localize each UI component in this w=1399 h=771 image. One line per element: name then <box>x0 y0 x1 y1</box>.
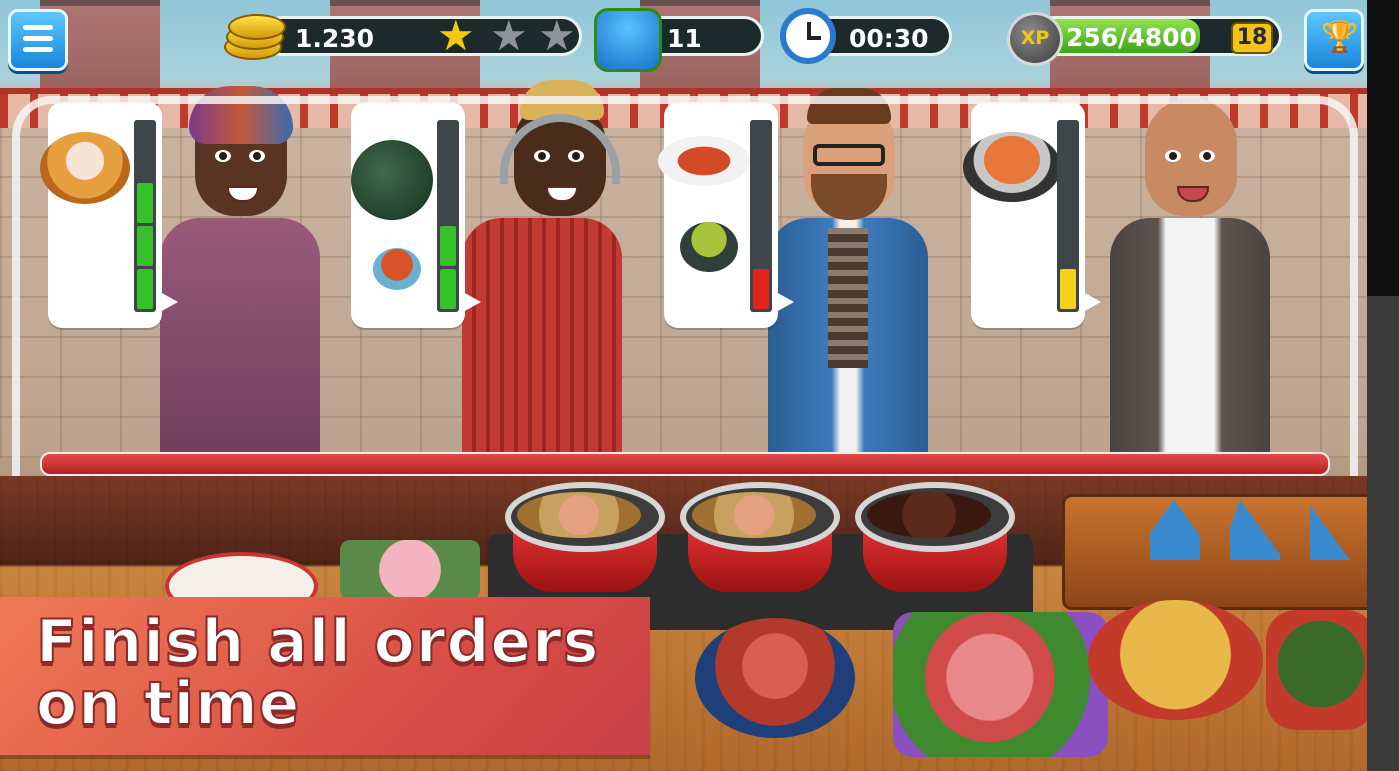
menu-button[interactable] <box>8 9 68 71</box>
trophy-icon: 🏆 <box>1321 20 1359 55</box>
serving-window <box>12 96 1358 488</box>
level-indicator: 18 <box>1231 22 1273 54</box>
soup-pot-3[interactable] <box>855 482 1015 592</box>
customers-count: 11 <box>667 24 702 53</box>
side-strip <box>1367 0 1399 771</box>
stopwatch-icon <box>780 8 836 64</box>
coins-value: 1.230 <box>295 24 375 53</box>
trophy-button[interactable]: 🏆 <box>1304 9 1364 71</box>
banner-text: Finish all orders on time <box>35 607 600 739</box>
fish-soup-bowl[interactable] <box>695 618 855 738</box>
star-empty-icon: ★ <box>490 11 528 60</box>
coins-and-stars-panel: 1.230 <box>262 16 582 56</box>
game-scene: 1.230 ★ ★ ★ 11 00:30 256/4800 XP 18 🏆 Fi… <box>0 0 1367 771</box>
customers-icon <box>594 8 662 72</box>
fried-rice-bowl[interactable] <box>1088 600 1263 720</box>
raw-meat-platter[interactable] <box>893 612 1108 757</box>
xp-badge: XP <box>1007 12 1063 66</box>
xp-value: 256/4800 <box>1066 23 1197 52</box>
star-filled-icon: ★ <box>437 11 475 60</box>
gold-coins-icon <box>222 10 286 64</box>
hamburger-menu-icon <box>23 25 53 58</box>
counter-rail <box>40 452 1330 476</box>
shrimp-dumplings-tray[interactable] <box>340 540 480 600</box>
soup-pot-2[interactable] <box>680 482 840 592</box>
tip-banner: Finish all orders on time <box>0 597 650 755</box>
timer-value: 00:30 <box>849 24 929 53</box>
star-empty-icon: ★ <box>538 11 576 60</box>
vegetable-noodle-bowl[interactable] <box>1266 610 1367 730</box>
soup-pot-1[interactable] <box>505 482 665 592</box>
